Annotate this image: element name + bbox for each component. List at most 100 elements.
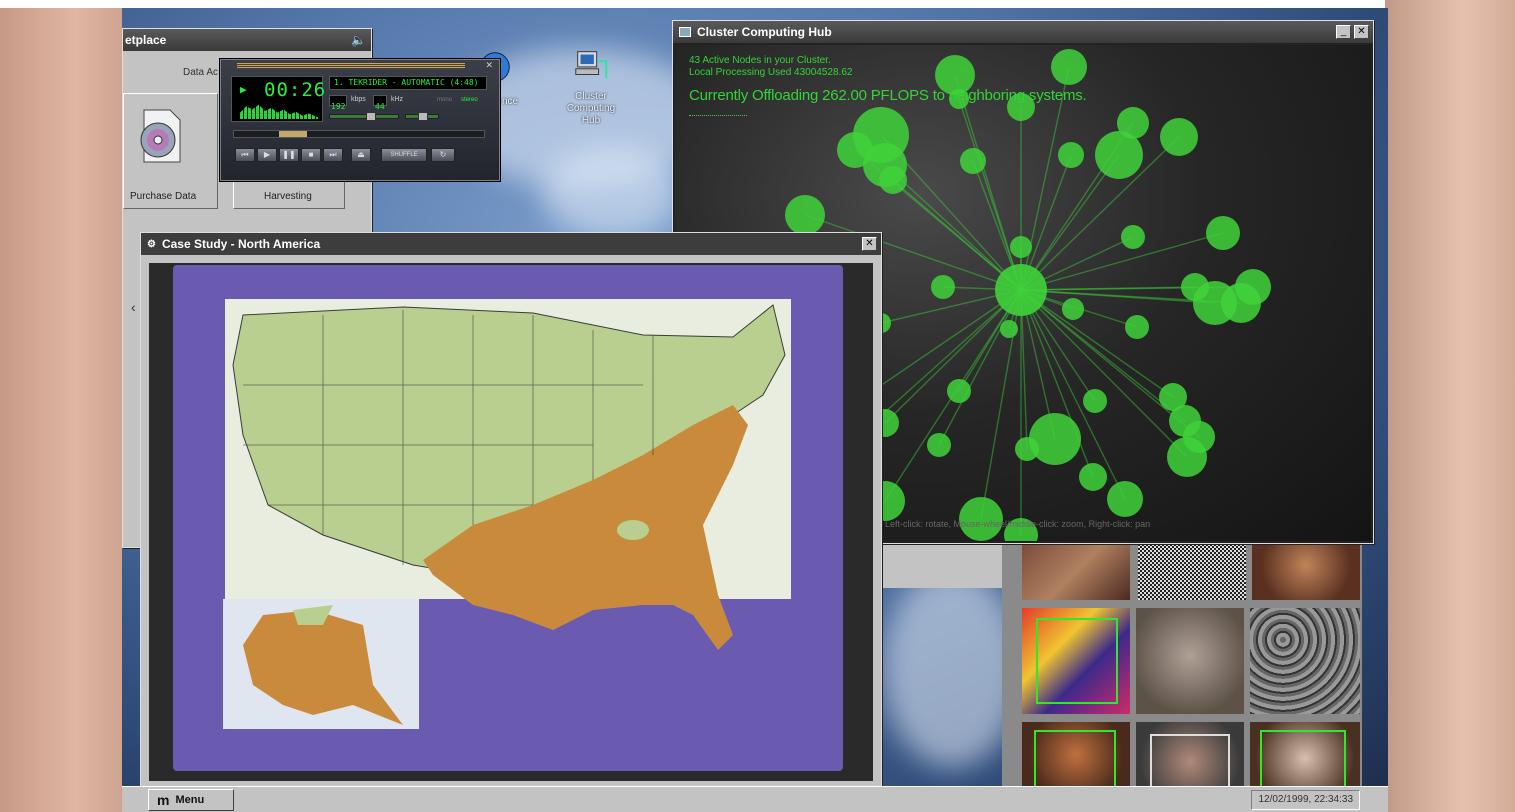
cluster-local-processing: Local Processing Used 43004528.62 <box>689 67 853 78</box>
marketplace-subtitle: Data Ac <box>183 67 219 78</box>
cluster-node[interactable] <box>1235 269 1271 305</box>
desktop-screen: etplace 🔈 Data Ac Purchase Data Harvesti… <box>122 8 1388 812</box>
gear-icon: ⚙ <box>147 238 156 250</box>
pause-button[interactable]: ❚❚ <box>279 148 299 162</box>
cluster-titlebar[interactable]: Cluster Computing Hub <box>673 21 1373 43</box>
balance-thumb[interactable] <box>418 112 428 121</box>
cluster-node-count: 43 Active Nodes in your Cluster. <box>689 55 831 66</box>
cluster-node[interactable] <box>1160 118 1198 156</box>
cluster-node[interactable] <box>1029 413 1081 465</box>
kbps-label: kbps <box>351 96 366 103</box>
cluster-node[interactable] <box>1051 49 1087 85</box>
desktop-icon-label: Cluster Computing Hub <box>566 91 616 126</box>
player-display: ▶ 00:26 <box>231 76 327 122</box>
case-study-titlebar[interactable]: ⚙ Case Study - North America <box>141 233 881 255</box>
cluster-node[interactable] <box>1117 107 1149 139</box>
taskbar: m Menu 12/02/1999, 22:34:33 <box>122 786 1388 812</box>
repeat-button[interactable]: ↻ <box>431 148 455 162</box>
seek-thumb[interactable] <box>278 131 307 137</box>
minimize-button[interactable]: _ <box>1336 25 1351 39</box>
next-button[interactable]: ⏭ <box>323 148 343 162</box>
cluster-node[interactable] <box>960 148 986 174</box>
seek-bar[interactable] <box>233 130 485 138</box>
chevron-left-icon[interactable]: ‹ <box>131 299 136 315</box>
progress-dots <box>689 115 747 116</box>
cluster-node[interactable] <box>1167 437 1207 477</box>
play-button[interactable]: ▶ <box>257 148 277 162</box>
play-indicator-icon: ▶ <box>240 83 247 96</box>
cluster-edge <box>1020 289 1174 398</box>
cluster-node[interactable] <box>1125 315 1149 339</box>
close-icon[interactable]: ✕ <box>485 60 493 71</box>
cluster-node[interactable] <box>927 433 951 457</box>
marketplace-titlebar[interactable]: etplace <box>123 29 371 51</box>
khz-label: kHz <box>391 96 404 103</box>
face-detection-box <box>1150 734 1230 788</box>
cloud <box>882 568 1022 768</box>
cluster-node[interactable] <box>947 379 971 403</box>
face-thumbnail-detected[interactable] <box>1022 722 1130 788</box>
face-thumbnail-detected[interactable] <box>1022 608 1130 714</box>
video-frame[interactable] <box>149 263 873 781</box>
desktop-icon-label: nce <box>502 96 519 107</box>
face-thumbnail[interactable] <box>1252 542 1360 600</box>
case-study-title: Case Study - North America <box>161 237 321 251</box>
shuffle-button[interactable]: SHUFFLE <box>381 148 427 162</box>
cluster-edge <box>938 289 1022 446</box>
monitor-bezel-right <box>1385 0 1515 812</box>
noise-thumbnail[interactable] <box>1138 542 1246 600</box>
purchase-data-label: Purchase Data <box>130 191 197 202</box>
cluster-node[interactable] <box>1000 320 1018 338</box>
cluster-hint: Left-click: rotate, Mouse-wheel/middle-c… <box>885 519 1151 529</box>
disc-icon <box>140 109 181 163</box>
purchase-data-tile[interactable]: Purchase Data <box>123 93 218 209</box>
cluster-node[interactable] <box>1015 437 1039 461</box>
previous-button[interactable]: ⏮ <box>235 148 255 162</box>
face-thumbnail-detected[interactable] <box>1250 722 1360 788</box>
marketplace-title: etplace <box>125 33 167 47</box>
cluster-node[interactable] <box>853 107 909 163</box>
media-player[interactable]: ✕ ▶ 00:26 1. TEKRIDER - AUTOMATIC (4:48)… <box>220 59 500 181</box>
cluster-node[interactable] <box>1107 481 1143 517</box>
computer-network-icon <box>575 51 608 79</box>
start-menu-button[interactable]: m Menu <box>148 789 234 811</box>
stereo-indicator: stereo <box>461 97 478 103</box>
shuffle-label: SHUFFLE <box>390 152 418 158</box>
track-display: 1. TEKRIDER - AUTOMATIC (4:48) <box>329 76 487 90</box>
face-thumbnail-detected[interactable] <box>1136 722 1244 788</box>
cluster-hub-node[interactable] <box>995 264 1047 316</box>
close-button[interactable]: ✕ <box>1354 25 1369 39</box>
cluster-node[interactable] <box>1058 142 1084 168</box>
desktop-icon-cluster[interactable]: Cluster Computing Hub <box>556 46 626 127</box>
clock: 12/02/1999, 22:34:33 <box>1251 790 1360 810</box>
player-titlebar[interactable] <box>237 63 465 69</box>
stop-button[interactable]: ■ <box>301 148 321 162</box>
cluster-node[interactable] <box>1083 389 1107 413</box>
bitrate: 192 <box>331 102 346 111</box>
eject-button[interactable]: ⏏ <box>351 148 371 162</box>
computer-icon <box>679 27 691 37</box>
harvesting-label: Harvesting <box>264 191 312 202</box>
cluster-node[interactable] <box>1169 405 1201 437</box>
volume-thumb[interactable] <box>366 112 376 121</box>
cluster-node[interactable] <box>1079 463 1107 491</box>
face-thumbnail[interactable] <box>1022 542 1130 600</box>
cluster-node[interactable] <box>1121 225 1145 249</box>
menu-label: Menu <box>175 794 205 806</box>
balance-slider[interactable] <box>405 112 439 121</box>
volume-slider[interactable] <box>329 112 399 121</box>
samplerate: 44 <box>375 102 385 111</box>
cluster-node[interactable] <box>1010 236 1032 258</box>
cluster-node[interactable] <box>931 275 955 299</box>
player-time: 00:26 <box>264 79 327 101</box>
cluster-node[interactable] <box>785 195 825 235</box>
cluster-node[interactable] <box>1206 216 1240 250</box>
crowd-thumbnail[interactable] <box>1250 608 1360 714</box>
faces-panel <box>1002 528 1362 788</box>
face-thumbnail[interactable] <box>1136 608 1244 714</box>
cluster-node[interactable] <box>1062 298 1084 320</box>
cluster-node[interactable] <box>879 166 907 194</box>
close-button[interactable]: ✕ <box>862 237 877 251</box>
speaker-icon[interactable]: 🔈 <box>351 33 366 47</box>
cloud <box>542 148 682 238</box>
